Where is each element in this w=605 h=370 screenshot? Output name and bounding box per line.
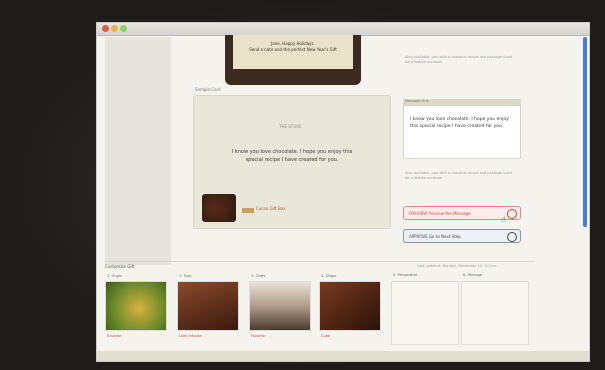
preview-label: Sample Card — [195, 87, 221, 92]
thumb-caption[interactable]: Ecuador — [107, 334, 121, 338]
approve-button-label: APPROVE Go to Next Step — [409, 234, 461, 239]
mouse-pointer-icon: ☝ — [501, 215, 506, 224]
panel-title: 6. Package — [463, 273, 482, 277]
close-window-button[interactable] — [102, 25, 109, 32]
left-sidebar — [105, 37, 171, 265]
arrow-right-icon — [507, 209, 517, 219]
option-note-top: Also available, pair with a seasonal rec… — [405, 55, 513, 64]
product-label: Cocoa Gift Box — [256, 206, 286, 211]
package-panel[interactable] — [461, 281, 529, 345]
panel-title: 5. Personalize — [393, 273, 418, 277]
minimize-window-button[interactable] — [111, 25, 118, 32]
preview-message: I know you love chocolate. I hope you en… — [231, 149, 353, 163]
thumb-caption[interactable]: Dark Infusion — [179, 334, 202, 338]
zoom-window-button[interactable] — [120, 25, 127, 32]
thumbnail-chefs[interactable] — [249, 281, 311, 331]
arrow-right-icon — [507, 232, 517, 242]
preview-button-label: PREVIEW Preview the Message — [409, 211, 471, 216]
card-line-2: Send a note and the perfect New Year's G… — [249, 47, 337, 52]
thumbnail-cocoa-pod[interactable] — [105, 281, 167, 331]
scrollbar[interactable] — [583, 37, 587, 227]
message-textarea[interactable]: I know you love chocolate. I hope you en… — [403, 105, 521, 159]
thumb-number: 4. Shape — [321, 274, 337, 278]
thumbnail-chocolate-bars[interactable] — [177, 281, 239, 331]
brand-logo: THE STORE — [279, 124, 302, 129]
section-divider — [105, 261, 535, 262]
thumb-caption[interactable]: Favorite — [251, 334, 265, 338]
gift-card-header: Jane, Happy Holidays. Send a note and th… — [225, 35, 361, 85]
card-preview: THE STORE I know you love chocolate. I h… — [193, 95, 391, 229]
browser-window: Jane, Happy Holidays. Send a note and th… — [96, 22, 590, 362]
thumbnail-chocolate-cube[interactable] — [319, 281, 381, 331]
page-footer — [97, 351, 589, 361]
thumb-caption[interactable]: Cube — [321, 334, 330, 338]
section-timestamp: Last updated: Monday, December 10, 10 a.… — [417, 264, 498, 268]
thumb-number: 2. Type — [179, 274, 192, 278]
approve-button[interactable]: APPROVE Go to Next Step — [403, 229, 521, 243]
personalize-panel[interactable] — [391, 281, 459, 345]
option-note-bottom: Also available, pair with a seasonal rec… — [405, 171, 513, 180]
section-title: Customize Gift — [105, 264, 135, 269]
product-tag — [242, 208, 254, 213]
product-image — [202, 194, 236, 222]
thumb-number: 3. Chefs — [251, 274, 266, 278]
thumb-number: 1. Origin — [107, 274, 123, 278]
